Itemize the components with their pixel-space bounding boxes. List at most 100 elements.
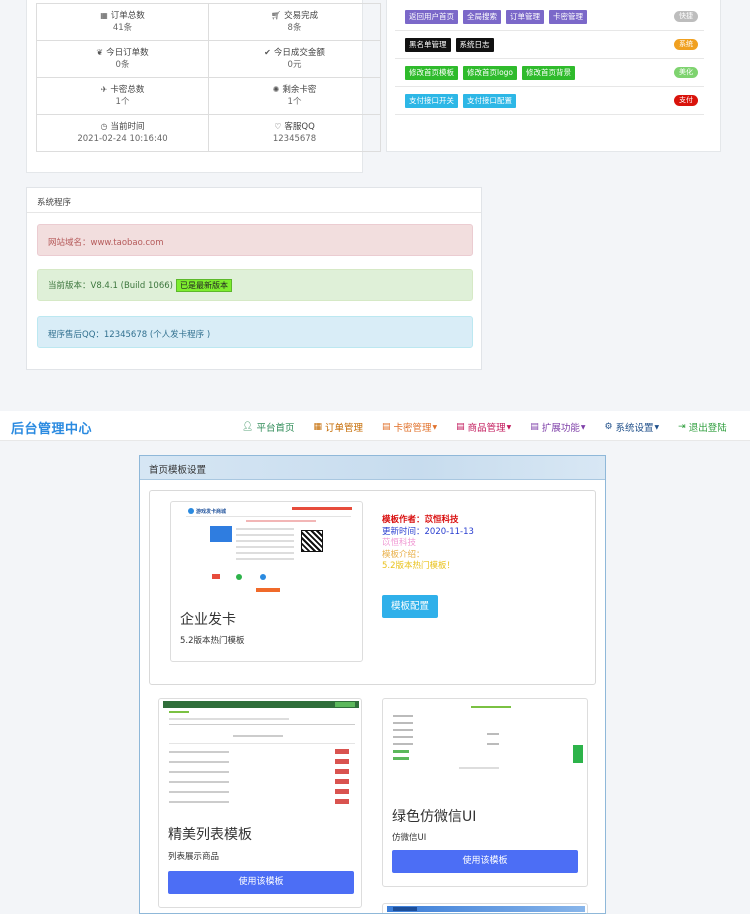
stat-value: 0元 [287, 60, 302, 70]
caret-down-icon: ▼ [432, 423, 438, 431]
table-icon: ▤ [381, 422, 391, 432]
tag-payment: 支付 [674, 95, 698, 106]
stat-value: 1个 [115, 97, 130, 107]
edit-home-template-button[interactable]: 修改首页模板 [405, 66, 458, 80]
list-icon: ▦ [313, 422, 322, 432]
stat-current-time: ◷ 当前时间 2021-02-24 10:16:40 [36, 114, 209, 152]
template-config-button[interactable]: 模板配置 [382, 595, 438, 618]
gear-icon: ⚙ [604, 422, 613, 432]
current-template-box: 游戏发卡商城 企业发卡 5.2版本热门模板 模板作者：苡恒科技 更新时间：202… [149, 490, 596, 685]
nav-extensions[interactable]: ▤ 扩展功能 ▼ [530, 420, 585, 434]
current-template-desc: 5.2版本热门模板 [180, 636, 245, 646]
stat-value: 0条 [115, 60, 130, 70]
system-panel: 系统程序 网站域名：www.taobao.com 当前版本：V8.4.1 (Bu… [26, 187, 482, 370]
card-management-button[interactable]: 卡密管理 [549, 10, 587, 24]
stat-completed: 🛒︎ 交易完成 8条 [208, 3, 381, 41]
nav-platform-home[interactable]: 👤︎ 平台首页 [242, 420, 294, 434]
caret-down-icon: ▼ [506, 423, 512, 431]
nav-card-management[interactable]: ▤ 卡密管理 ▼ [382, 420, 437, 434]
stat-label: 交易完成 [284, 11, 319, 21]
grid-icon: ▦ [100, 11, 108, 20]
nav-label: 订单管理 [324, 423, 363, 434]
stat-label: 今日成交金额 [273, 48, 325, 58]
template-card-green-wechat: 绿色仿微信UI 仿微信UI 使用该模板 [382, 698, 588, 887]
stat-label: 当前时间 [110, 122, 145, 132]
template-thumbnail-green-wechat [387, 701, 585, 796]
order-management-button[interactable]: 订单管理 [506, 10, 544, 24]
quick-links-row-shortcuts: 返回用户首页 全局搜索 订单管理 卡密管理 快捷 [395, 3, 704, 31]
nav-logout[interactable]: ⇥ 退出登陆 [678, 420, 727, 434]
nav-label: 商品管理 [467, 423, 506, 434]
nav-menu: 👤︎ 平台首页 ▦ 订单管理 ▤ 卡密管理 ▼ ▤ 商品管理 ▼ ▤ 扩展功能 ▼ ⚙ 系统设置 ▼… [242, 420, 727, 434]
payment-switch-button[interactable]: 支付接口开关 [405, 94, 458, 108]
cart-icon: 🛒︎ [270, 11, 282, 20]
page: ▦ 订单总数 41条 🛒︎ 交易完成 8条 ❦ 今日订单数 0条 ✔ 今日成交金额 [0, 0, 750, 914]
global-search-button[interactable]: 全局搜索 [463, 10, 501, 24]
tag-beautify: 美化 [674, 67, 698, 78]
tag-system: 系统 [674, 39, 698, 50]
template-intro: 5.2版本热门模板！ [382, 561, 456, 571]
thumb-title: 游戏发卡商城 [196, 509, 227, 515]
stat-label: 客服QQ [284, 122, 315, 132]
nav-product-management[interactable]: ▤ 商品管理 ▼ [456, 420, 511, 434]
blacklist-button[interactable]: 黑名单管理 [405, 38, 451, 52]
edit-home-logo-button[interactable]: 修改首页logo [463, 66, 518, 80]
stat-service-qq: ♡ 客服QQ 12345678 [208, 114, 381, 152]
nav-label: 平台首页 [256, 423, 295, 434]
stat-value: 1个 [287, 97, 302, 107]
current-template-name: 企业发卡 [180, 612, 236, 628]
latest-version-badge: 已是最新版本 [175, 279, 232, 292]
template-card-partial [382, 903, 588, 913]
stats-panel: ▦ 订单总数 41条 🛒︎ 交易完成 8条 ❦ 今日订单数 0条 ✔ 今日成交金额 [26, 0, 381, 173]
edit-home-background-button[interactable]: 修改首页背景 [522, 66, 576, 80]
template-desc: 列表展示商品 [168, 852, 220, 862]
back-to-user-home-button[interactable]: 返回用户首页 [405, 10, 458, 24]
template-intro-label: 模板介绍： [382, 549, 425, 560]
stats-grid: ▦ 订单总数 41条 🛒︎ 交易完成 8条 ❦ 今日订单数 0条 ✔ 今日成交金额 [36, 3, 381, 152]
heart-icon: ♡ [274, 122, 282, 131]
payment-config-button[interactable]: 支付接口配置 [463, 94, 516, 108]
template-name: 绿色仿微信UI [392, 809, 477, 825]
stat-label: 剩余卡密 [282, 85, 317, 95]
table-icon: ▤ [530, 422, 539, 432]
template-name: 精美列表模板 [168, 827, 252, 843]
nav-system-settings[interactable]: ⚙ 系统设置 ▼ [604, 420, 659, 434]
brand-title[interactable]: 后台管理中心 [11, 418, 92, 437]
stat-today-amount: ✔ 今日成交金额 0元 [208, 40, 381, 78]
template-desc: 仿微信UI [392, 833, 427, 843]
quick-links-row-system: 黑名单管理 系统日志 系统 [395, 31, 704, 59]
system-panel-title: 系统程序 [27, 188, 481, 213]
quick-links-row-payment: 支付接口开关 支付接口配置 支付 [395, 87, 704, 115]
template-settings-panel: 首页模板设置 游戏发卡商城 企业发卡 5.2版本热门模板 模板作者：苡恒科技 更… [139, 455, 606, 914]
table-icon: ▤ [456, 422, 465, 432]
system-log-button[interactable]: 系统日志 [455, 38, 494, 52]
version-text: 当前版本：V8.4.1 (Build 1066) [48, 281, 173, 291]
nav-label: 卡密管理 [393, 423, 432, 434]
current-template-card: 游戏发卡商城 企业发卡 5.2版本热门模板 [170, 501, 363, 662]
clock-icon: ◷ [100, 122, 108, 131]
plane-icon: ✈ [100, 85, 108, 94]
asterisk-icon: ✺ [272, 85, 280, 94]
logout-icon: ⇥ [678, 422, 686, 432]
template-thumbnail-list [163, 701, 359, 808]
template-thumbnail-enterprise: 游戏发卡商城 [176, 504, 359, 597]
use-template-button[interactable]: 使用该模板 [168, 871, 354, 894]
nav-label: 扩展功能 [541, 423, 580, 434]
version-alert: 当前版本：V8.4.1 (Build 1066) 已是最新版本 [37, 269, 473, 301]
nav-label: 系统设置 [615, 423, 654, 434]
quick-links-panel: 返回用户首页 全局搜索 订单管理 卡密管理 快捷 黑名单管理 系统日志 系统 修… [386, 0, 721, 152]
use-template-button[interactable]: 使用该模板 [392, 850, 578, 873]
site-domain-text: 网站域名：www.taobao.com [48, 238, 164, 248]
stat-card-total: ✈ 卡密总数 1个 [36, 77, 209, 115]
tag-shortcuts: 快捷 [674, 11, 698, 22]
nav-order-management[interactable]: ▦ 订单管理 [313, 420, 363, 434]
site-domain-alert: 网站域名：www.taobao.com [37, 224, 473, 256]
leaf-icon: ❦ [96, 48, 104, 57]
template-thumbnail-partial [387, 906, 585, 913]
support-qq-alert: 程序售后QQ：12345678 (个人发卡程序 ) [37, 316, 473, 348]
current-template-info: 模板作者：苡恒科技 更新时间：2020-11-13 苡恒科技 模板介绍： 5.2… [382, 515, 474, 573]
caret-down-icon: ▼ [580, 423, 586, 431]
user-icon: 👤︎ [242, 422, 254, 432]
template-panel-title: 首页模板设置 [140, 456, 605, 480]
template-card-list: 精美列表模板 列表展示商品 使用该模板 [158, 698, 362, 908]
